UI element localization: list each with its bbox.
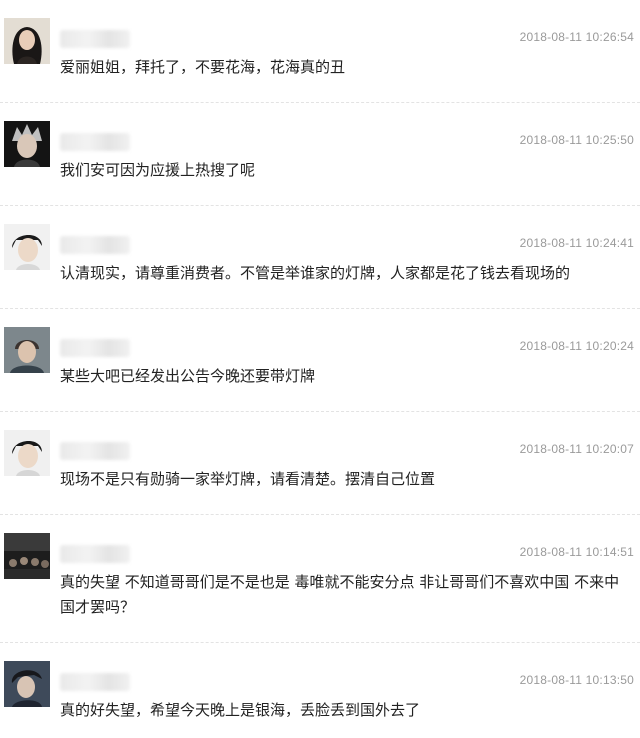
comment-timestamp: 2018-08-11 10:20:24 [519, 339, 634, 353]
username-blurred[interactable] [60, 339, 130, 357]
user-avatar-icon[interactable] [4, 224, 50, 270]
username-blurred[interactable] [60, 236, 130, 254]
comment-timestamp: 2018-08-11 10:13:50 [519, 673, 634, 687]
comment-item: 2018-08-11 10:26:54 爱丽姐姐，拜托了，不要花海，花海真的丑 [0, 0, 640, 103]
user-avatar-icon[interactable] [4, 430, 50, 476]
comment-text: 真的失望 不知道哥哥们是不是也是 毒唯就不能安分点 非让哥哥们不喜欢中国 不来中… [60, 573, 620, 616]
comment-text: 现场不是只有勋骑一家举灯牌，请看清楚。摆清自己位置 [60, 470, 436, 488]
username-blurred[interactable] [60, 30, 130, 48]
comment-text: 某些大吧已经发出公告今晚还要带灯牌 [60, 367, 316, 385]
comment-item: 2018-08-11 10:20:24 某些大吧已经发出公告今晚还要带灯牌 [0, 309, 640, 412]
comment-timestamp: 2018-08-11 10:20:07 [519, 442, 634, 456]
user-avatar-icon[interactable] [4, 661, 50, 707]
comment-text: 认清现实，请尊重消费者。不管是举谁家的灯牌，人家都是花了钱去看现场的 [60, 264, 571, 282]
comment-timestamp: 2018-08-11 10:14:51 [519, 545, 634, 559]
comment-timestamp: 2018-08-11 10:26:54 [519, 30, 634, 44]
user-avatar-icon[interactable] [4, 533, 50, 579]
comment-item: 2018-08-11 10:25:50 我们安可因为应援上热搜了呢 [0, 103, 640, 206]
comment-item: 2018-08-11 10:20:07 现场不是只有勋骑一家举灯牌，请看清楚。摆… [0, 412, 640, 515]
user-avatar-icon[interactable] [4, 327, 50, 373]
comment-feed: 2018-08-11 10:26:54 爱丽姐姐，拜托了，不要花海，花海真的丑 … [0, 0, 640, 738]
comment-timestamp: 2018-08-11 10:24:41 [519, 236, 634, 250]
comment-item: 2018-08-11 10:13:50 真的好失望，希望今天晚上是银海，丢脸丢到… [0, 643, 640, 738]
user-avatar-icon[interactable] [4, 121, 50, 167]
comment-item: 2018-08-11 10:14:51 真的失望 不知道哥哥们是不是也是 毒唯就… [0, 515, 640, 643]
comment-timestamp: 2018-08-11 10:25:50 [519, 133, 634, 147]
username-blurred[interactable] [60, 545, 130, 563]
username-blurred[interactable] [60, 673, 130, 691]
comment-text: 我们安可因为应援上热搜了呢 [60, 161, 256, 179]
comment-item: 2018-08-11 10:24:41 认清现实，请尊重消费者。不管是举谁家的灯… [0, 206, 640, 309]
username-blurred[interactable] [60, 133, 130, 151]
comment-text: 爱丽姐姐，拜托了，不要花海，花海真的丑 [60, 58, 346, 76]
username-blurred[interactable] [60, 442, 130, 460]
user-avatar-icon[interactable] [4, 18, 50, 64]
comment-text: 真的好失望，希望今天晚上是银海，丢脸丢到国外去了 [60, 701, 421, 719]
